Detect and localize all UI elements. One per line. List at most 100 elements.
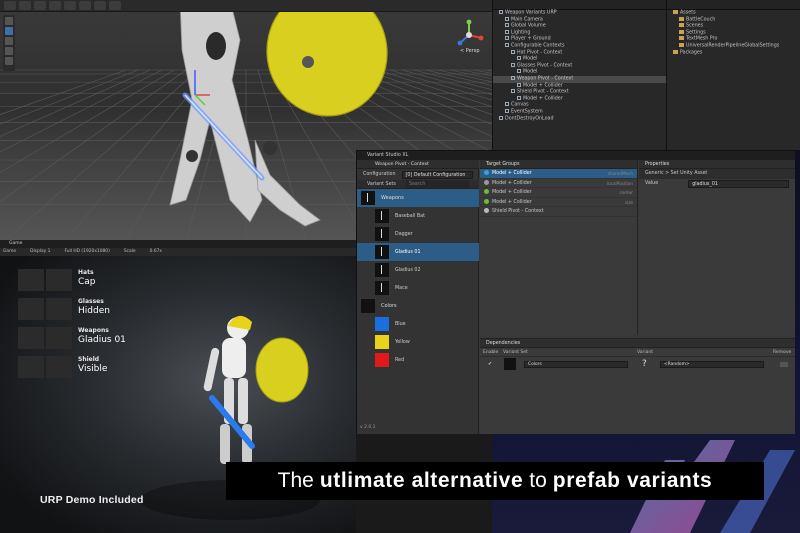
hierarchy-item[interactable]: Model + Collider [493,95,666,103]
hierarchy-item-label: Weapon Variants URP [505,10,557,16]
hierarchy-item[interactable]: Shield Pivot - Context [493,89,666,96]
target-group-item[interactable]: Model + Collider size [480,198,637,207]
scene-tool-button[interactable] [49,1,61,10]
project-item-label: Settings [686,30,706,36]
remove-icon[interactable] [780,361,788,367]
value-field[interactable]: gladius_01 [688,180,789,188]
variant-group[interactable]: Weapons [357,189,479,207]
gameobject-icon [511,75,515,80]
hierarchy-item[interactable]: DontDestroyOnLoad [493,115,666,123]
game-item-hats: Hats Cap [18,269,138,295]
rotate-tool-icon[interactable] [5,37,13,45]
variant-symbol: ? [642,359,647,369]
variant-item[interactable]: Mace [357,279,479,297]
gameobject-icon [505,16,509,21]
display-dropdown[interactable]: Display 1 [30,248,50,256]
scene-tool-button[interactable] [94,1,106,10]
enable-check-icon[interactable]: ✔ [488,361,496,367]
dependency-row: ✔ Colors ? <Random> [480,357,795,371]
target-group-item[interactable]: Model + Collider center [480,188,637,198]
hierarchy-item[interactable]: Model [493,56,666,63]
hierarchy-item-label: Glasses Pivot - Context [517,63,573,69]
gameobject-icon [517,82,521,87]
scene-tool-button[interactable] [4,1,16,10]
hierarchy-item[interactable]: Model [493,69,666,76]
project-panel: Assets BattleCouch Scenes Settings TextMesh … [666,0,800,150]
gameobject-icon [517,56,521,61]
project-item[interactable]: Scenes [667,23,800,30]
variant-item[interactable]: Yellow [357,333,479,351]
hierarchy-item[interactable]: Player + Ground [493,36,666,43]
hierarchy-item[interactable]: Global Volume [493,23,666,30]
target-group-item[interactable]: Model + Collider localPosition [480,179,637,188]
grid-line [5,69,199,240]
variant-group[interactable]: Colors [357,297,479,315]
variant-dropdown[interactable]: <Random> [660,360,764,368]
move-tool-icon[interactable] [5,27,13,35]
search-input[interactable]: Search [405,180,469,188]
shield-thumb-icon [18,356,44,378]
hierarchy-item-label: Model + Collider [523,83,563,89]
hierarchy-item[interactable]: Glasses Pivot - Context [493,62,666,70]
scene-tool-button[interactable] [34,1,46,10]
dep-col-variant: Variant [637,350,653,355]
scene-tool-button[interactable] [64,1,76,10]
hierarchy-item[interactable]: Lighting [493,29,666,37]
variant-item[interactable]: Dagger [357,225,479,243]
hierarchy-item-label: Lighting [511,30,531,36]
grid-line [0,69,127,115]
item-value: Cap [78,277,96,287]
project-item[interactable]: Settings [667,29,800,37]
hand-tool-icon[interactable] [5,17,13,25]
variant-label: Gladius 02 [395,267,421,273]
project-item[interactable]: Assets [667,10,800,17]
project-item[interactable]: TextMesh Pro [667,36,800,43]
hierarchy-item[interactable]: Canvas [493,102,666,109]
studio-tab[interactable]: Variant Studio XL [357,151,795,160]
hierarchy-item[interactable]: Configurable Contexts [493,42,666,50]
variant-item[interactable]: Blue [357,315,479,333]
hierarchy-item[interactable]: Main Camera [493,16,666,24]
hierarchy-item[interactable]: EventSystem [493,108,666,116]
scene-tool-button[interactable] [109,1,121,10]
variant-item[interactable]: Red [357,351,479,369]
variant-group-label: Weapons [381,195,404,201]
variant-item[interactable]: Gladius 01 [357,243,479,261]
folder-icon [679,36,684,41]
dependencies-columns: Enable Variant Set Variant Remove [480,348,795,357]
orientation-gizmo-icon[interactable] [452,18,486,52]
scale-tool-icon[interactable] [5,47,13,55]
hierarchy-item[interactable]: Weapon Pivot - Context [493,75,666,83]
target-group-item[interactable]: Model + Collider sharedMesh [480,169,637,179]
hierarchy-item[interactable]: Model + Collider [493,82,666,90]
component-icon [484,198,489,204]
target-group-item[interactable]: Shield Pivot - Context [480,207,637,217]
shield-thumb-icon [46,356,72,378]
resolution-dropdown[interactable]: Full HD (1920x1080) [64,248,109,256]
project-item[interactable]: Packages [667,49,800,57]
variant-set-dropdown[interactable]: Colors [524,360,628,368]
item-category: Hats [78,269,94,276]
component-icon [484,170,489,175]
hierarchy-panel: Weapon Variants URP Main Camera Global Vol… [492,0,666,150]
breadcrumb[interactable]: Weapon Pivot - Context [357,160,479,169]
property-type-row[interactable]: Generic > Set Unity Asset [639,169,795,179]
variant-item[interactable]: Baseball Bat [357,207,479,225]
folder-icon [673,49,678,54]
perspective-label[interactable]: < Persp [460,48,480,54]
variant-item[interactable]: Gladius 02 [357,261,479,279]
configuration-dropdown[interactable]: [0] Default Configuration [401,171,473,179]
scene-tool-button[interactable] [19,1,31,10]
target-group-property: size [624,199,633,205]
project-item[interactable]: BattleCouch [667,16,800,24]
hierarchy-item[interactable]: Hat Pivot - Context [493,49,666,57]
target-group-property: center [619,190,633,195]
game-tab[interactable]: Game [0,240,356,248]
hierarchy-item[interactable]: Weapon Variants URP [493,10,666,17]
project-item[interactable]: UniversalRenderPipelineGlobalSettings [667,42,800,50]
scale-value[interactable]: 0.67x [150,248,162,256]
rect-tool-icon[interactable] [5,57,13,65]
target-group-entry: Model + Collider [484,198,532,207]
game-mode-dropdown[interactable]: Game [3,248,16,256]
scene-tool-button[interactable] [79,1,91,10]
